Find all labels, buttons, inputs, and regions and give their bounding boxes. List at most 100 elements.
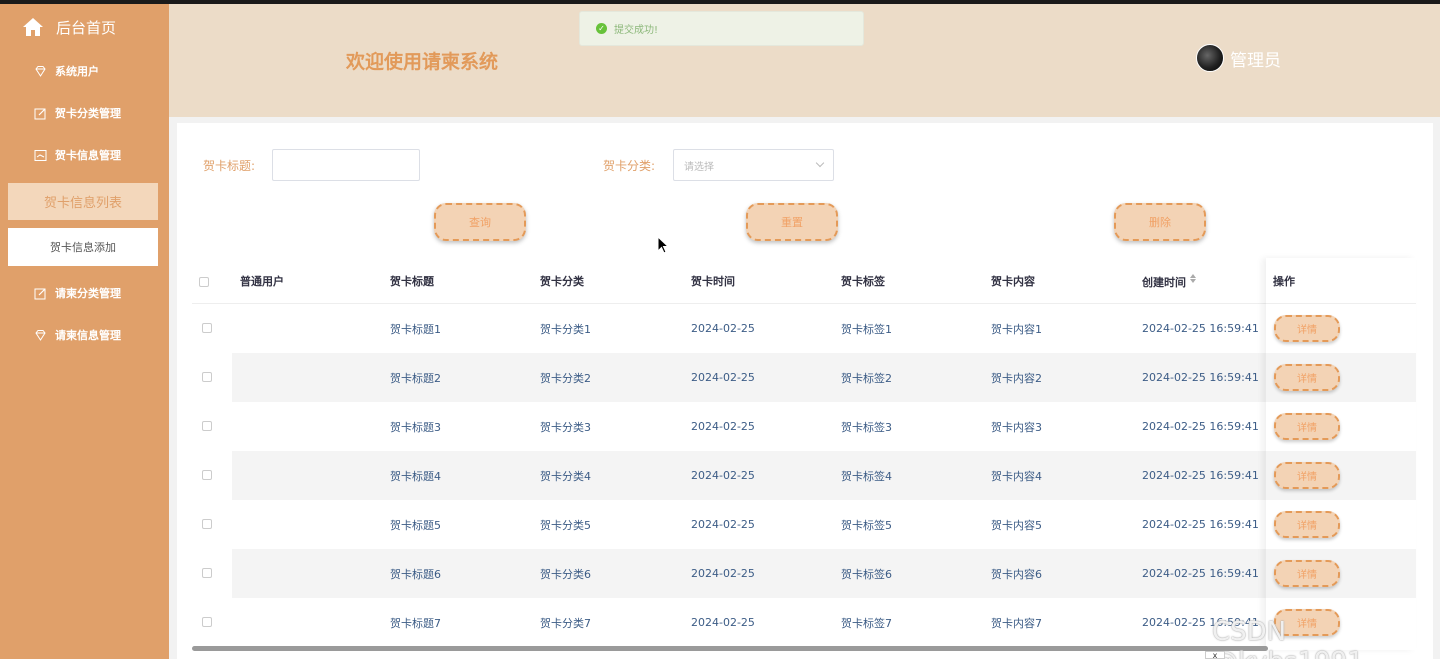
col-header-date: 贺卡时间 xyxy=(691,274,735,288)
edit-icon xyxy=(34,287,47,300)
detail-button[interactable]: 详情 xyxy=(1274,364,1340,391)
cell-title: 贺卡标题3 xyxy=(390,420,441,434)
cell-content: 贺卡内容7 xyxy=(991,616,1042,630)
sidebar-subitem-card-list[interactable]: 贺卡信息列表 xyxy=(8,183,158,220)
table-row[interactable]: 贺卡标题1 贺卡分类1 2024-02-25 贺卡标签1 贺卡内容1 2024-02-25… xyxy=(192,304,1416,353)
sidebar-item-card-category[interactable]: 贺卡分类管理 xyxy=(0,92,169,134)
sidebar-home-label: 后台首页 xyxy=(56,18,117,37)
cell-content: 贺卡内容3 xyxy=(991,420,1042,434)
cell-date: 2024-02-25 xyxy=(691,371,755,384)
sidebar-subitem-card-add[interactable]: 贺卡信息添加 xyxy=(8,228,158,266)
cell-content: 贺卡内容6 xyxy=(991,567,1042,581)
col-header-content: 贺卡内容 xyxy=(991,274,1035,288)
row-checkbox[interactable] xyxy=(202,519,212,529)
cell-category: 贺卡分类3 xyxy=(540,420,591,434)
cell-title: 贺卡标题1 xyxy=(390,322,441,336)
cell-tag: 贺卡标签3 xyxy=(841,420,892,434)
table-row[interactable]: 贺卡标题2 贺卡分类2 2024-02-25 贺卡标签2 贺卡内容2 2024-02-25… xyxy=(192,353,1416,402)
reset-button[interactable]: 重置 xyxy=(746,203,838,241)
row-checkbox[interactable] xyxy=(202,568,212,578)
cell-content: 贺卡内容5 xyxy=(991,518,1042,532)
cell-date: 2024-02-25 xyxy=(691,322,755,335)
diamond-icon xyxy=(34,329,47,342)
cell-tag: 贺卡标签5 xyxy=(841,518,892,532)
cell-created: 2024-02-25 16:59:41 xyxy=(1142,420,1259,433)
detail-button[interactable]: 详情 xyxy=(1274,511,1340,538)
sidebar-item-label: 系统用户 xyxy=(55,65,99,78)
horizontal-scrollbar[interactable] xyxy=(192,646,1268,651)
cell-title: 贺卡标题4 xyxy=(390,469,441,483)
detail-button[interactable]: 详情 xyxy=(1274,315,1340,342)
col-header-created[interactable]: 创建时间 xyxy=(1142,258,1196,303)
cell-category: 贺卡分类2 xyxy=(540,371,591,385)
mouse-cursor-icon xyxy=(657,236,669,254)
table-header: 普通用户 贺卡标题 贺卡分类 贺卡时间 贺卡标签 贺卡内容 创建时间 操作 xyxy=(192,258,1416,304)
edit-icon xyxy=(34,107,47,120)
diamond-icon xyxy=(34,65,47,78)
row-checkbox[interactable] xyxy=(202,372,212,382)
sidebar-item-label: 请柬信息管理 xyxy=(55,329,121,342)
row-checkbox[interactable] xyxy=(202,470,212,480)
detail-button[interactable]: 详情 xyxy=(1274,560,1340,587)
check-circle-icon: ✓ xyxy=(596,23,607,34)
cell-category: 贺卡分类7 xyxy=(540,616,591,630)
row-checkbox[interactable] xyxy=(202,421,212,431)
cell-tag: 贺卡标签2 xyxy=(841,371,892,385)
cell-tag: 贺卡标签7 xyxy=(841,616,892,630)
cell-tag: 贺卡标签6 xyxy=(841,567,892,581)
cell-category: 贺卡分类1 xyxy=(540,322,591,336)
delete-button[interactable]: 删除 xyxy=(1114,203,1206,241)
user-menu[interactable]: 管理员 xyxy=(1196,44,1281,72)
category-filter-select[interactable]: 请选择 xyxy=(673,149,834,181)
col-header-user: 普通用户 xyxy=(240,274,284,288)
detail-button[interactable]: 详情 xyxy=(1274,462,1340,489)
col-header-created-label: 创建时间 xyxy=(1142,276,1186,289)
chevron-down-icon xyxy=(815,158,825,168)
sidebar-item-system-users[interactable]: 系统用户 xyxy=(0,50,169,92)
avatar xyxy=(1196,44,1224,72)
cell-category: 贺卡分类5 xyxy=(540,518,591,532)
col-header-tag: 贺卡标签 xyxy=(841,274,885,288)
col-header-action: 操作 xyxy=(1273,274,1295,288)
user-name: 管理员 xyxy=(1230,50,1281,71)
row-checkbox[interactable] xyxy=(202,617,212,627)
toast-message: 提交成功! xyxy=(614,25,659,36)
sidebar-item-invitation-category[interactable]: 请柬分类管理 xyxy=(0,272,169,314)
cell-content: 贺卡内容2 xyxy=(991,371,1042,385)
sort-icon[interactable] xyxy=(1190,274,1196,283)
cell-date: 2024-02-25 xyxy=(691,518,755,531)
query-button[interactable]: 查询 xyxy=(434,203,526,241)
sidebar-home[interactable]: 后台首页 xyxy=(0,4,169,50)
table-row[interactable]: 贺卡标题3 贺卡分类3 2024-02-25 贺卡标签3 贺卡内容3 2024-02-25… xyxy=(192,402,1416,451)
cell-content: 贺卡内容4 xyxy=(991,469,1042,483)
cell-title: 贺卡标题2 xyxy=(390,371,441,385)
cell-date: 2024-02-25 xyxy=(691,469,755,482)
sidebar: 后台首页 系统用户 贺卡分类管理 贺卡信息管理 贺卡信息列表 贺卡信息添加 请柬… xyxy=(0,4,169,659)
row-checkbox[interactable] xyxy=(202,323,212,333)
page-title: 欢迎使用请柬系统 xyxy=(346,51,499,73)
watermark: CSDN @kybs1991 xyxy=(1212,617,1364,659)
cell-title: 贺卡标题5 xyxy=(390,518,441,532)
sidebar-item-invitation-info[interactable]: 请柬信息管理 xyxy=(0,314,169,356)
close-icon[interactable]: x xyxy=(1205,651,1225,659)
cell-date: 2024-02-25 xyxy=(691,567,755,580)
success-toast: ✓ 提交成功! xyxy=(579,11,864,46)
cell-created: 2024-02-25 16:59:41 xyxy=(1142,518,1259,531)
cell-date: 2024-02-25 xyxy=(691,616,755,629)
title-filter-input[interactable] xyxy=(272,149,420,181)
title-filter-label: 贺卡标题: xyxy=(203,159,256,173)
detail-button[interactable]: 详情 xyxy=(1274,413,1340,440)
col-header-category: 贺卡分类 xyxy=(540,274,584,288)
sidebar-item-card-info[interactable]: 贺卡信息管理 xyxy=(0,134,169,176)
cell-created: 2024-02-25 16:59:41 xyxy=(1142,371,1259,384)
home-icon xyxy=(23,18,43,36)
table-row[interactable]: 贺卡标题5 贺卡分类5 2024-02-25 贺卡标签5 贺卡内容5 2024-02-25… xyxy=(192,500,1416,549)
cell-date: 2024-02-25 xyxy=(691,420,755,433)
cell-title: 贺卡标题6 xyxy=(390,567,441,581)
cell-tag: 贺卡标签1 xyxy=(841,322,892,336)
cell-category: 贺卡分类4 xyxy=(540,469,591,483)
table-row[interactable]: 贺卡标题4 贺卡分类4 2024-02-25 贺卡标签4 贺卡内容4 2024-02-25… xyxy=(192,451,1416,500)
cell-category: 贺卡分类6 xyxy=(540,567,591,581)
select-all-checkbox[interactable] xyxy=(199,277,209,287)
table-row[interactable]: 贺卡标题6 贺卡分类6 2024-02-25 贺卡标签6 贺卡内容6 2024-02-25… xyxy=(192,549,1416,598)
